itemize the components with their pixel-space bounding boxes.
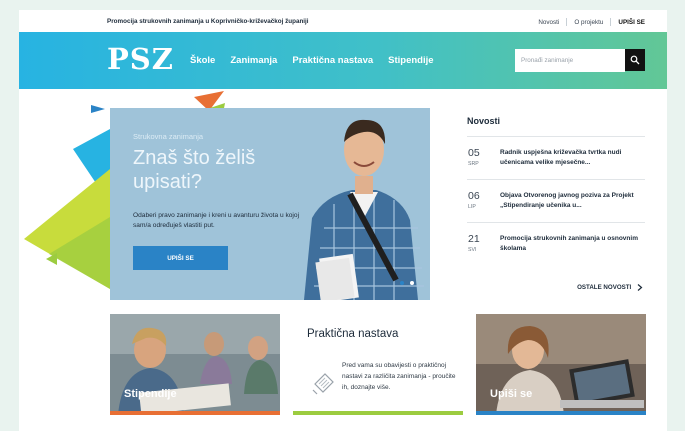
search-icon (630, 55, 640, 65)
menu-item-skole[interactable]: Škole (190, 55, 215, 66)
top-bar: Promocija strukovnih zanimanja u Koprivn… (19, 10, 667, 32)
page: Promocija strukovnih zanimanja u Koprivn… (19, 10, 667, 431)
card-upisi-se[interactable]: Upiši se (476, 314, 646, 415)
search-input[interactable] (515, 49, 625, 72)
card-prakticna-nastava[interactable]: Praktična nastava Pred vama su obavijest… (293, 314, 463, 415)
search-box (515, 49, 625, 72)
more-news-link[interactable]: OSTALE NOVOSTI (577, 284, 643, 291)
news-month: LIP (468, 204, 476, 210)
slider-dots (394, 281, 414, 285)
news-item[interactable]: 21 SVI Promocija strukovnih zanimanja u … (467, 222, 645, 265)
top-link-upisi-se[interactable]: UPIŠI SE (618, 19, 645, 26)
document-icon (312, 373, 334, 395)
news-month: SVI (468, 247, 477, 253)
card-prakticna-text: Pred vama su obavijesti o praktičnoj nas… (342, 362, 456, 391)
menu-item-stipendije[interactable]: Stipendije (388, 55, 433, 66)
main-navigation: PSZ Škole Zanimanja Praktična nastava St… (19, 32, 667, 89)
card-accent-stripe (293, 411, 463, 415)
top-links: Novosti O projektu UPIŠI SE (538, 18, 645, 26)
card-accent-stripe (476, 411, 646, 415)
top-link-o-projektu[interactable]: O projektu (574, 19, 603, 26)
menu-item-zanimanja[interactable]: Zanimanja (230, 55, 277, 66)
menu-item-prakticna-nastava[interactable]: Praktična nastava (292, 55, 373, 66)
card-upisi-label: Upiši se (490, 388, 533, 400)
news-heading: Novosti (467, 116, 501, 126)
card-accent-stripe (110, 411, 280, 415)
card-stipendije[interactable]: Stipendije (110, 314, 280, 415)
news-title[interactable]: Promocija strukovnih zanimanja u osnovni… (500, 234, 646, 254)
slider-dot[interactable] (410, 281, 414, 285)
divider (566, 18, 568, 26)
hero-description: Odaberi pravo zanimanje i kreni u avantu… (133, 212, 300, 229)
news-panel: Novosti 05 SRP Radnik uspješna križevačk… (467, 116, 645, 291)
hero-cta-button[interactable]: UPIŠI SE (133, 246, 228, 270)
news-day: 06 (468, 190, 480, 202)
news-title[interactable]: Objava Otvorenog javnog poziva za Projek… (500, 191, 646, 211)
divider (610, 18, 612, 26)
main-menu: Škole Zanimanja Praktična nastava Stipen… (190, 55, 449, 66)
top-link-novosti[interactable]: Novosti (538, 19, 559, 26)
hero-slider: Strukovna zanimanja Znaš što želiš upisa… (110, 108, 430, 300)
news-day: 21 (468, 233, 480, 245)
news-item[interactable]: 05 SRP Radnik uspješna križevačka tvrtka… (467, 136, 645, 179)
slider-dot[interactable] (400, 281, 404, 285)
hero-kicker: Strukovna zanimanja (133, 132, 204, 141)
news-month: SRP (468, 161, 479, 167)
search-button[interactable] (625, 49, 645, 71)
chevron-right-icon (637, 284, 643, 291)
card-stipendije-label: Stipendije (124, 388, 177, 400)
card-prakticna-title: Praktična nastava (307, 328, 399, 340)
news-title[interactable]: Radnik uspješna križevačka tvrtka nudi u… (500, 148, 646, 168)
more-news-label: OSTALE NOVOSTI (577, 284, 632, 292)
news-day: 05 (468, 147, 480, 159)
hero-headline: Znaš što želiš upisati? (133, 147, 256, 193)
site-tagline: Promocija strukovnih zanimanja u Koprivn… (107, 18, 309, 25)
news-item[interactable]: 06 LIP Objava Otvorenog javnog poziva za… (467, 179, 645, 222)
site-logo[interactable]: PSZ (107, 45, 174, 74)
hero-student-image (294, 108, 430, 300)
